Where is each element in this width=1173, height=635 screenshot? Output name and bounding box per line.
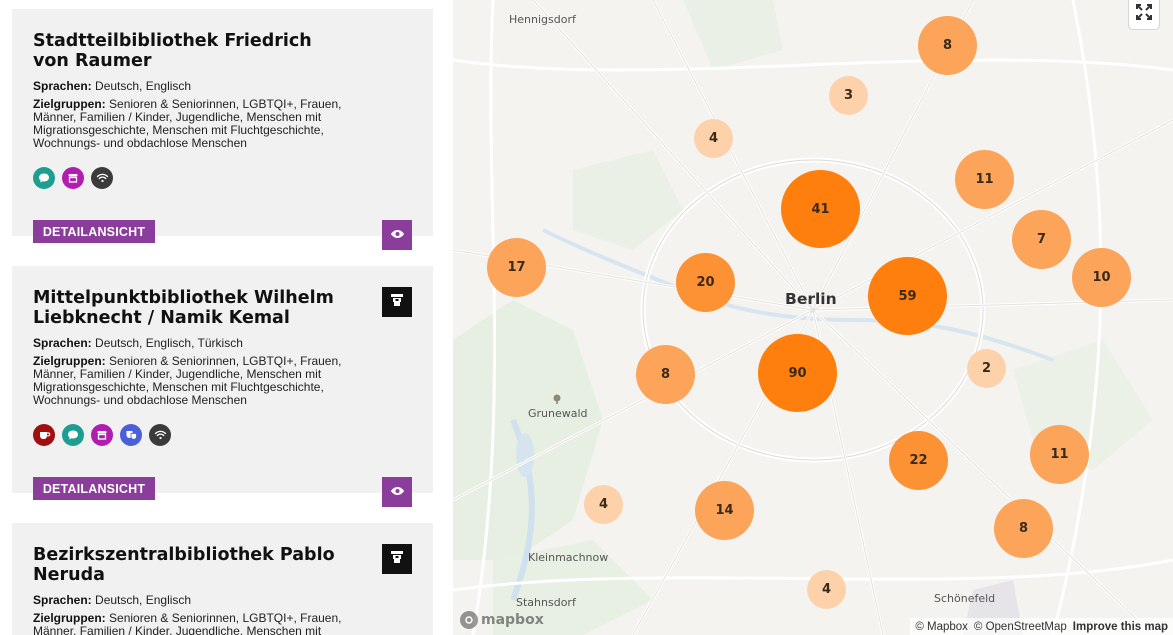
eye-icon — [390, 226, 405, 244]
library-languages: Sprachen: Deutsch, Englisch, Türkisch — [33, 336, 243, 350]
library-name: Mittelpunktbibliothek Wilhelm Liebknecht… — [33, 288, 334, 328]
map-view[interactable]: Hennigsdorf Grunewald Kleinmachnow Stahn… — [453, 0, 1173, 635]
library-type-badge — [382, 544, 412, 574]
map-base-layer — [453, 0, 1173, 635]
cluster-marker[interactable]: 8 — [918, 16, 977, 75]
cluster-marker[interactable]: 8 — [994, 499, 1053, 558]
place-label: Kleinmachnow — [528, 551, 609, 564]
improve-map-link[interactable]: Improve this map — [1073, 621, 1168, 633]
cluster-marker[interactable]: 10 — [1072, 248, 1131, 307]
fullscreen-button[interactable] — [1129, 0, 1159, 29]
cluster-marker[interactable]: 59 — [868, 257, 947, 335]
cluster-marker[interactable]: 11 — [1030, 425, 1089, 484]
fullscreen-icon — [1135, 3, 1153, 26]
cluster-marker[interactable]: 22 — [889, 431, 948, 490]
feature-icons — [33, 167, 113, 189]
store-icon — [91, 424, 113, 446]
library-type-badge — [382, 287, 412, 317]
theater-icon — [120, 424, 142, 446]
cluster-marker[interactable]: 8 — [636, 345, 695, 404]
coffee-icon — [33, 424, 55, 446]
view-on-map-button[interactable] — [382, 220, 412, 250]
cluster-marker[interactable]: 2 — [967, 349, 1006, 388]
library-card: Mittelpunktbibliothek Wilhelm Liebknecht… — [12, 266, 433, 507]
library-languages: Sprachen: Deutsch, Englisch — [33, 593, 192, 607]
chat-icon — [62, 424, 84, 446]
chat-icon — [33, 167, 55, 189]
library-building-icon — [389, 549, 405, 570]
map-attribution: © Mapbox © OpenStreetMap Improve this ma… — [910, 618, 1173, 635]
library-card: Bezirkszentralbibliothek Pablo Neruda Sp… — [12, 523, 433, 635]
cluster-marker[interactable]: 7 — [1012, 210, 1071, 269]
library-name: Bezirkszentralbibliothek Pablo Neruda — [33, 545, 335, 585]
library-targets: Zielgruppen: Senioren & Seniorinnen, LGB… — [33, 97, 342, 150]
detail-button[interactable]: DETAILANSICHT — [33, 220, 155, 243]
cluster-marker[interactable]: 11 — [955, 150, 1014, 209]
library-list: Stadtteilbibliothek Friedrich von Raumer… — [0, 0, 453, 635]
wifi-icon — [91, 167, 113, 189]
place-label: Hennigsdorf — [509, 13, 576, 26]
mapbox-logo[interactable]: mapbox — [460, 611, 544, 629]
city-label: Berlin — [785, 290, 837, 308]
feature-icons — [33, 424, 171, 446]
osm-attribution-link[interactable]: © OpenStreetMap — [974, 621, 1067, 633]
place-label: Schönefeld — [934, 592, 996, 605]
cluster-marker[interactable]: 90 — [758, 334, 837, 412]
cluster-marker[interactable]: 4 — [807, 570, 846, 609]
cluster-marker[interactable]: 4 — [584, 485, 623, 524]
library-targets: Zielgruppen: Senioren & Seniorinnen, LGB… — [33, 354, 342, 407]
cluster-marker[interactable]: 4 — [694, 119, 733, 158]
library-targets: Zielgruppen: Senioren & Seniorinnen, LGB… — [33, 611, 342, 635]
mapbox-attribution-link[interactable]: © Mapbox — [915, 621, 968, 633]
library-name: Stadtteilbibliothek Friedrich von Raumer — [33, 31, 312, 71]
store-icon — [62, 167, 84, 189]
eye-icon — [390, 483, 405, 501]
mapbox-logo-icon — [460, 611, 478, 629]
cluster-marker[interactable]: 17 — [487, 238, 546, 297]
cluster-marker[interactable]: 14 — [695, 481, 754, 540]
place-label: Grunewald — [528, 407, 588, 420]
cluster-marker[interactable]: 41 — [781, 170, 860, 248]
cluster-marker[interactable]: 3 — [829, 76, 868, 115]
place-label: Stahnsdorf — [516, 596, 576, 609]
view-on-map-button[interactable] — [382, 477, 412, 507]
library-card: Stadtteilbibliothek Friedrich von Raumer… — [12, 9, 433, 250]
cluster-marker[interactable]: 20 — [676, 253, 735, 312]
library-building-icon — [389, 292, 405, 313]
library-languages: Sprachen: Deutsch, Englisch — [33, 79, 192, 93]
detail-button[interactable]: DETAILANSICHT — [33, 477, 155, 500]
wifi-icon — [149, 424, 171, 446]
